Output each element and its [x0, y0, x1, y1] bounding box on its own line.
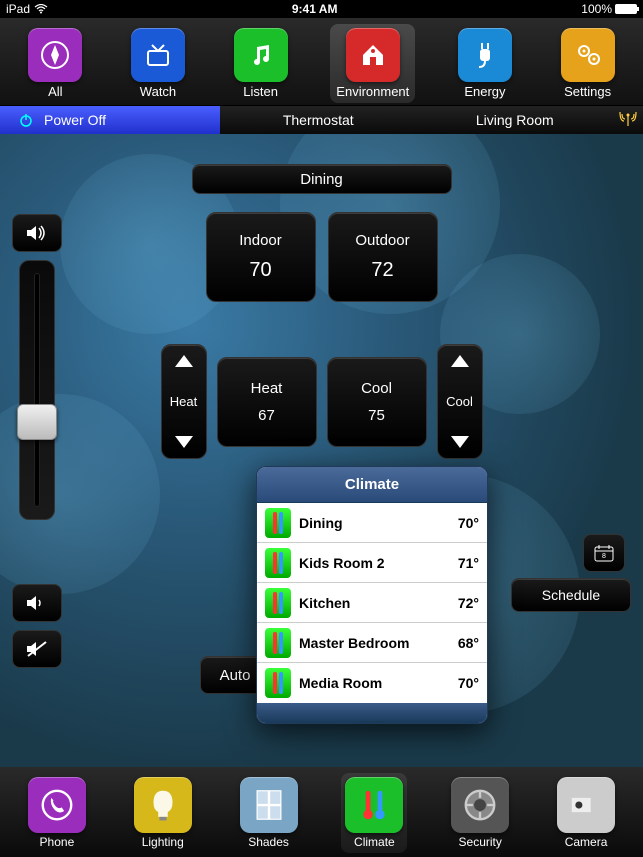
heat-down-button[interactable]	[175, 436, 193, 448]
nav-label: All	[48, 84, 62, 99]
climate-room-temp: 72°	[458, 595, 479, 611]
climate-row[interactable]: Master Bedroom68°	[257, 623, 487, 663]
bottom-nav: Phone Lighting Shades Climate Security Camera	[0, 767, 643, 857]
climate-room-temp: 68°	[458, 635, 479, 651]
compass-icon	[28, 28, 82, 82]
camera-icon	[557, 777, 615, 833]
bottom-nav-phone[interactable]: Phone	[24, 773, 90, 853]
nav-label: Lighting	[142, 835, 184, 849]
heat-up-button[interactable]	[175, 355, 193, 367]
nav-label: Shades	[248, 835, 289, 849]
top-nav-listen[interactable]: Listen	[228, 24, 294, 103]
subbar-room[interactable]: Living Room	[417, 106, 614, 134]
bottom-nav-climate[interactable]: Climate	[341, 773, 407, 853]
climate-room-name: Kids Room 2	[299, 555, 458, 571]
music-icon	[234, 28, 288, 82]
top-nav: All Watch Listen Environment Energy Settings	[0, 18, 643, 106]
nav-label: Climate	[354, 835, 395, 849]
top-nav-watch[interactable]: Watch	[125, 24, 191, 103]
calendar-icon: 8	[594, 544, 614, 562]
speaker-quiet-icon	[26, 594, 48, 612]
nav-label: Environment	[336, 84, 409, 99]
cool-down-button[interactable]	[451, 436, 469, 448]
nav-label: Security	[459, 835, 502, 849]
bottom-nav-security[interactable]: Security	[447, 773, 513, 853]
thermometer-icon	[345, 777, 403, 833]
volume-slider[interactable]	[19, 260, 55, 520]
volume-up-button[interactable]	[12, 214, 62, 252]
bulb-icon	[134, 777, 192, 833]
volume-down-button[interactable]	[12, 584, 62, 622]
climate-room-name: Dining	[299, 515, 458, 531]
nav-label: Camera	[565, 835, 608, 849]
climate-room-name: Kitchen	[299, 595, 458, 611]
top-nav-environment[interactable]: Environment	[330, 24, 415, 103]
subbar-thermostat[interactable]: Thermostat	[220, 106, 417, 134]
climate-room-temp: 70°	[458, 515, 479, 531]
phone-icon	[28, 777, 86, 833]
top-nav-all[interactable]: All	[22, 24, 88, 103]
thermometer-icon	[265, 628, 291, 658]
climate-popover: Climate Dining70°Kids Room 271°Kitchen72…	[256, 466, 488, 724]
cool-up-button[interactable]	[451, 355, 469, 367]
status-bar: iPad 9:41 AM 100%	[0, 0, 643, 18]
thermometer-icon	[265, 668, 291, 698]
nav-label: Listen	[243, 84, 278, 99]
status-time: 9:41 AM	[48, 2, 581, 16]
bottom-nav-camera[interactable]: Camera	[553, 773, 619, 853]
volume-slider-thumb[interactable]	[17, 404, 57, 440]
climate-row[interactable]: Kitchen72°	[257, 583, 487, 623]
indoor-temp-tile: Indoor 70	[206, 212, 316, 302]
cool-stepper: Cool	[437, 344, 483, 459]
speaker-loud-icon	[26, 224, 48, 242]
antenna-icon[interactable]	[613, 106, 643, 134]
heat-setpoint-tile: Heat 67	[217, 357, 317, 447]
battery-label: 100%	[581, 2, 612, 16]
climate-room-name: Master Bedroom	[299, 635, 458, 651]
thermometer-icon	[265, 588, 291, 618]
heat-stepper: Heat	[161, 344, 207, 459]
device-label: iPad	[6, 2, 30, 16]
power-icon	[18, 112, 34, 128]
thermometer-icon	[265, 508, 291, 538]
house-icon	[346, 28, 400, 82]
room-label[interactable]: Dining	[192, 164, 452, 194]
thermometer-icon	[265, 548, 291, 578]
battery-icon	[615, 4, 637, 14]
plug-icon	[458, 28, 512, 82]
climate-room-temp: 70°	[458, 675, 479, 691]
sub-bar: Power Off Thermostat Living Room	[0, 106, 643, 134]
mute-button[interactable]	[12, 630, 62, 668]
bottom-nav-lighting[interactable]: Lighting	[130, 773, 196, 853]
speaker-mute-icon	[26, 640, 48, 658]
nav-label: Energy	[464, 84, 505, 99]
climate-room-name: Media Room	[299, 675, 458, 691]
nav-label: Watch	[140, 84, 176, 99]
climate-row[interactable]: Dining70°	[257, 503, 487, 543]
climate-row[interactable]: Kids Room 271°	[257, 543, 487, 583]
bottom-nav-shades[interactable]: Shades	[236, 773, 302, 853]
vault-icon	[451, 777, 509, 833]
popover-title: Climate	[257, 467, 487, 503]
popover-footer	[257, 703, 487, 723]
window-icon	[240, 777, 298, 833]
outdoor-temp-tile: Outdoor 72	[328, 212, 438, 302]
power-label: Power Off	[44, 112, 106, 128]
top-nav-energy[interactable]: Energy	[452, 24, 518, 103]
main-area: Dining Indoor 70 Outdoor 72 Heat Heat 67…	[0, 134, 643, 767]
climate-row[interactable]: Media Room70°	[257, 663, 487, 703]
nav-label: Settings	[564, 84, 611, 99]
climate-room-temp: 71°	[458, 555, 479, 571]
calendar-button[interactable]: 8	[583, 534, 625, 572]
power-off-button[interactable]: Power Off	[0, 106, 220, 134]
cool-setpoint-tile: Cool 75	[327, 357, 427, 447]
gears-icon	[561, 28, 615, 82]
top-nav-settings[interactable]: Settings	[555, 24, 621, 103]
nav-label: Phone	[40, 835, 75, 849]
svg-text:8: 8	[602, 553, 606, 560]
tv-icon	[131, 28, 185, 82]
schedule-label[interactable]: Schedule	[511, 578, 631, 612]
wifi-icon	[34, 4, 48, 14]
